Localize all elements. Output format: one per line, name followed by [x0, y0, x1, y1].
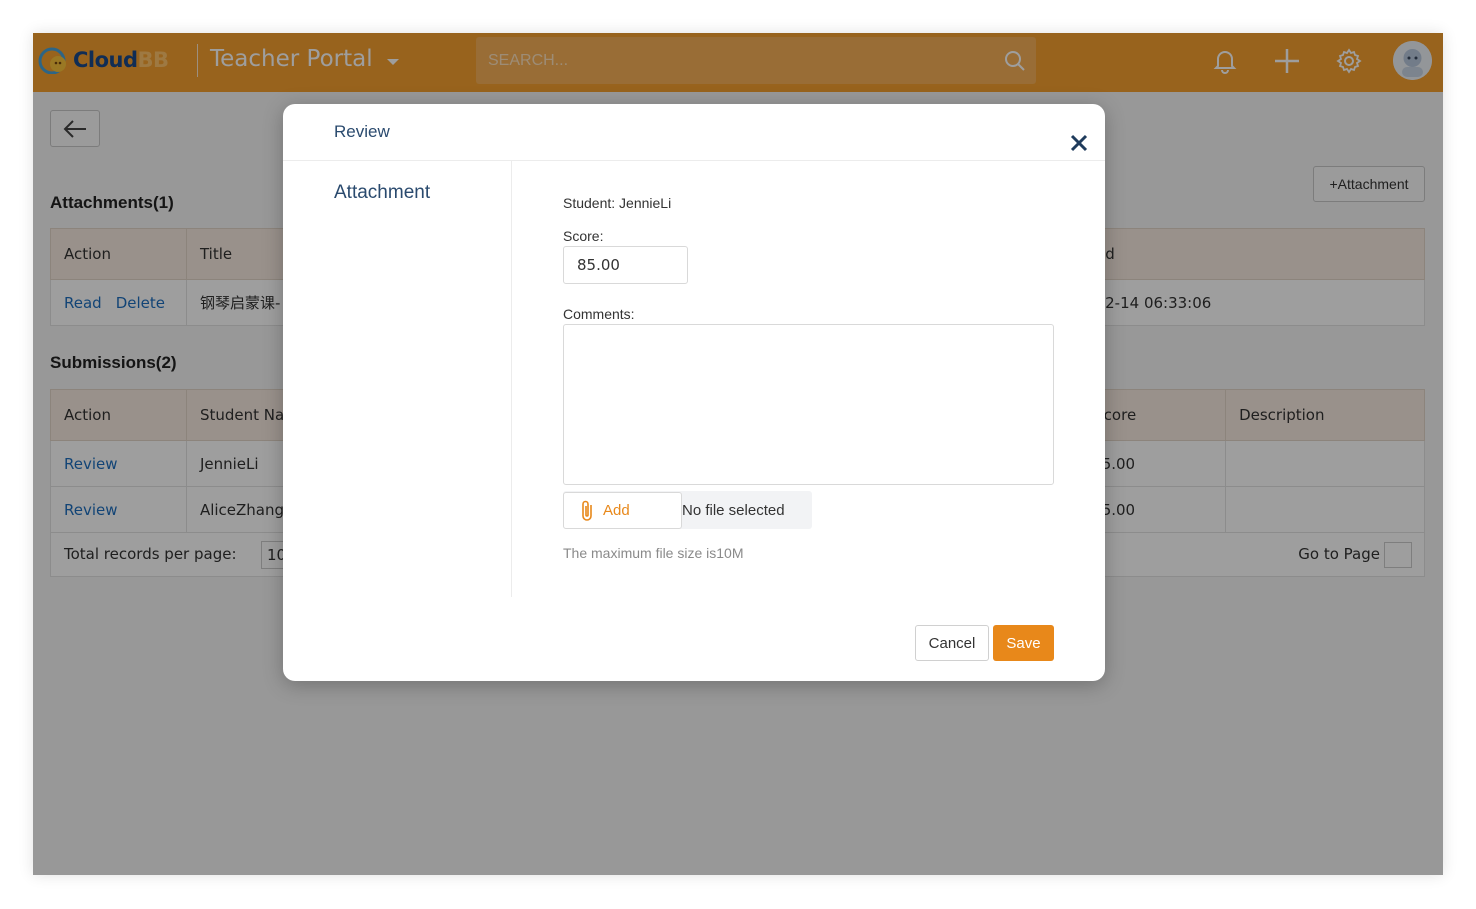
- review-dialog: Review Attachment Student: JennieLi Scor…: [283, 104, 1105, 681]
- comments-label: Comments:: [563, 306, 635, 322]
- dialog-title: Review: [334, 122, 390, 141]
- dialog-header: Review: [283, 104, 1105, 161]
- student-label: Student: JennieLi: [563, 195, 672, 211]
- close-icon[interactable]: [1068, 132, 1090, 154]
- score-label: Score:: [563, 228, 604, 244]
- cancel-button[interactable]: Cancel: [915, 625, 989, 661]
- save-button[interactable]: Save: [993, 625, 1054, 661]
- add-file-label: Add: [603, 502, 630, 519]
- file-picker: Add No file selected: [563, 491, 812, 529]
- app-window: CloudBB Teacher Portal +Atta: [33, 33, 1443, 875]
- paperclip-icon: [582, 500, 592, 521]
- comments-field[interactable]: [563, 324, 1054, 485]
- tab-attachment[interactable]: Attachment: [334, 182, 430, 204]
- score-field[interactable]: [563, 246, 688, 284]
- dialog-sidebar: Attachment: [283, 161, 512, 597]
- add-file-button[interactable]: Add: [563, 492, 682, 529]
- file-size-hint: The maximum file size is10M: [563, 545, 744, 561]
- file-status: No file selected: [682, 502, 785, 519]
